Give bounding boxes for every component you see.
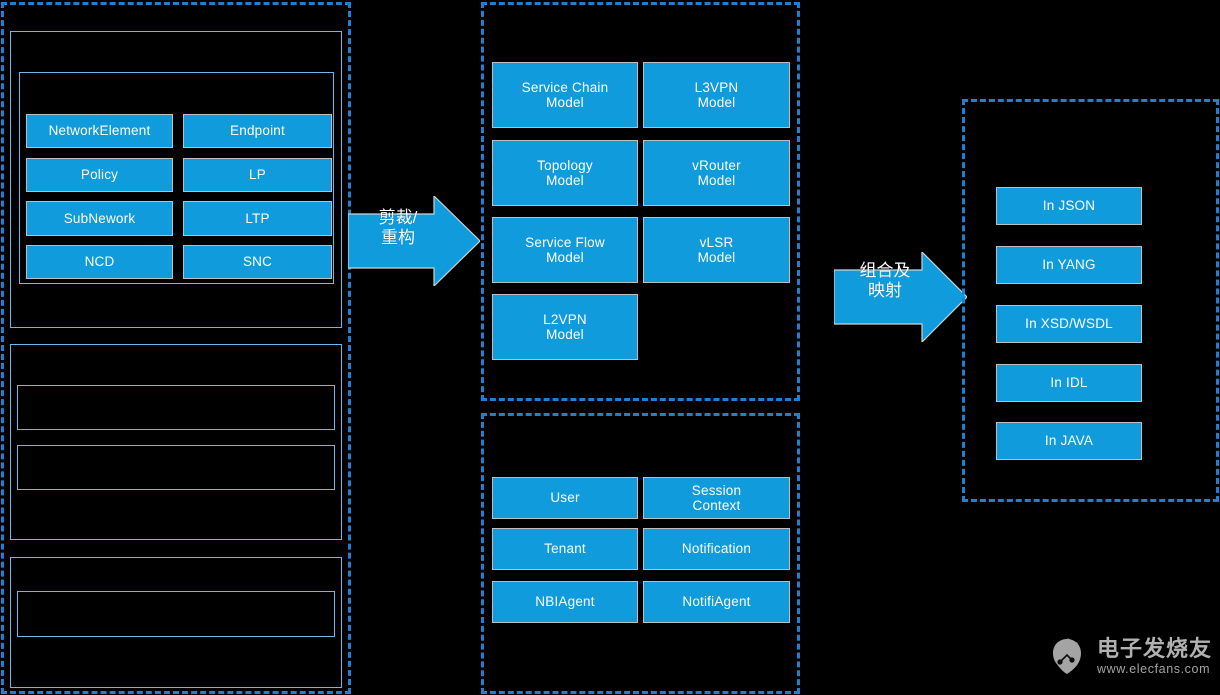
right-chip-in-yang[interactable]: In YANG [996, 246, 1142, 284]
left-chip-ncd[interactable]: NCD [26, 245, 173, 279]
right-chip-in-xsd-wsdl[interactable]: In XSD/WSDL [996, 305, 1142, 343]
middle-chip-topology-model[interactable]: Topology Model [492, 140, 638, 206]
left-section-2-inner-frame-2 [17, 445, 335, 490]
left-chip-endpoint[interactable]: Endpoint [183, 114, 332, 148]
middle-chip-l2vpn-model[interactable]: L2VPN Model [492, 294, 638, 360]
right-chip-in-json[interactable]: In JSON [996, 187, 1142, 225]
middle-chip-session-context[interactable]: Session Context [643, 477, 790, 519]
elecfans-logo-icon [1045, 634, 1089, 683]
right-chip-in-java[interactable]: In JAVA [996, 422, 1142, 460]
middle-chip-tenant[interactable]: Tenant [492, 528, 638, 570]
left-chip-ltp[interactable]: LTP [183, 201, 332, 236]
middle-chip-notification[interactable]: Notification [643, 528, 790, 570]
arrow-compose-map [834, 252, 967, 342]
middle-chip-vrouter-model[interactable]: vRouter Model [643, 140, 790, 206]
watermark: 电子发烧友 www.elecfans.com [1045, 634, 1212, 683]
middle-chip-vlsr-model[interactable]: vLSR Model [643, 217, 790, 283]
left-chip-subnework[interactable]: SubNework [26, 201, 173, 236]
watermark-url: www.elecfans.com [1096, 662, 1211, 677]
left-chip-snc[interactable]: SNC [183, 245, 332, 279]
middle-chip-service-chain-model[interactable]: Service Chain Model [492, 62, 638, 128]
watermark-brand: 电子发烧友 [1096, 636, 1212, 662]
middle-chip-nbiagent[interactable]: NBIAgent [492, 581, 638, 623]
left-chip-policy[interactable]: Policy [26, 158, 173, 192]
middle-chip-l3vpn-model[interactable]: L3VPN Model [643, 62, 790, 128]
left-section-2-frame [10, 344, 342, 540]
left-section-2-inner-frame-1 [17, 385, 335, 430]
left-chip-networkelement[interactable]: NetworkElement [26, 114, 173, 148]
middle-chip-service-flow-model[interactable]: Service Flow Model [492, 217, 638, 283]
left-section-3-inner-frame-1 [17, 591, 335, 637]
left-chip-lp[interactable]: LP [183, 158, 332, 192]
diagram-canvas: NetworkElement Endpoint Policy LP SubNew… [0, 0, 1220, 695]
middle-chip-user[interactable]: User [492, 477, 638, 519]
arrow-trim-restructure [348, 196, 480, 286]
middle-chip-notifiagent[interactable]: NotifiAgent [643, 581, 790, 623]
right-chip-in-idl[interactable]: In IDL [996, 364, 1142, 402]
